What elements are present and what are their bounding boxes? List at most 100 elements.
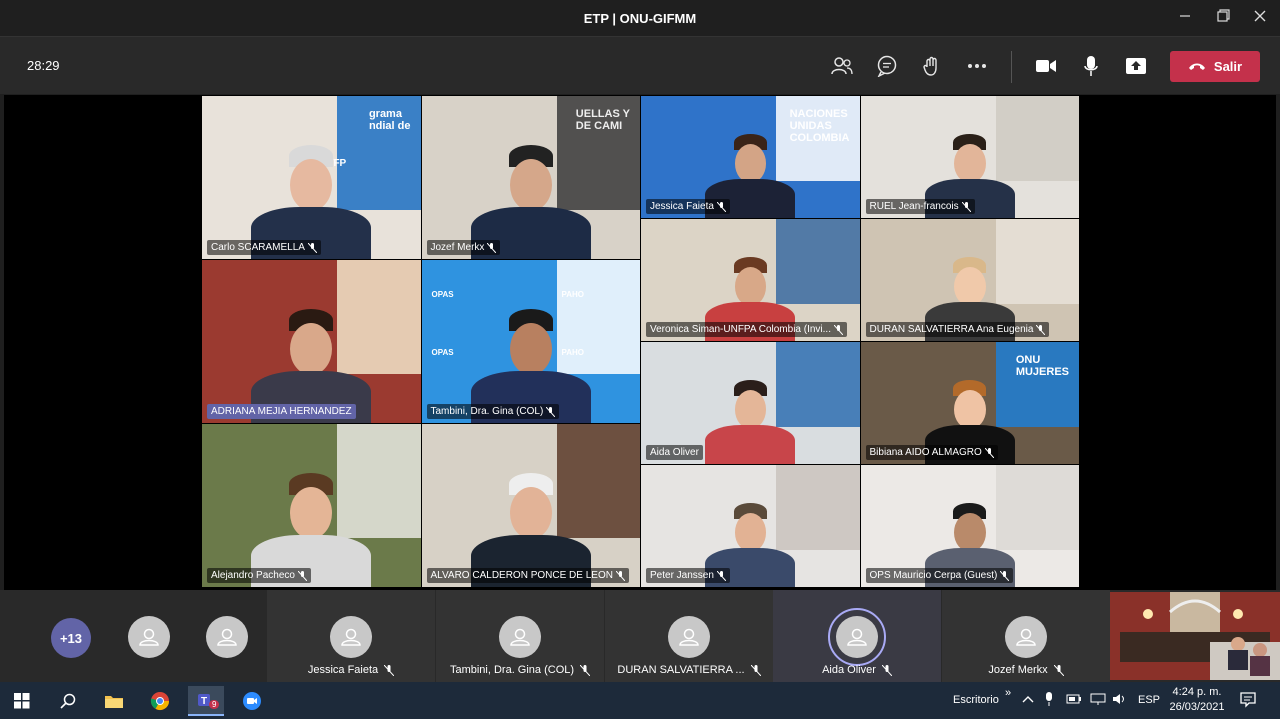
participant-name: Veronica Siman-UNFPA Colombia (Invi...: [650, 324, 831, 335]
participant-tile-label: Jozef Merkx: [942, 664, 1110, 676]
muted-mic-icon: [487, 242, 497, 253]
participant-tile-label: Tambini, Dra. Gina (COL): [436, 664, 604, 676]
participant-avatar[interactable]: [128, 616, 170, 658]
network-icon[interactable]: [1090, 693, 1106, 708]
raise-hand-button[interactable]: [919, 53, 945, 79]
folder-icon: [105, 696, 123, 708]
participant-tile[interactable]: DURAN SALVATIERRA ...: [605, 590, 773, 682]
self-view-video[interactable]: [1110, 592, 1280, 680]
search-button[interactable]: [50, 686, 86, 716]
toolbar-expand-icon[interactable]: »: [1005, 687, 1011, 699]
muted-mic-icon: [580, 664, 591, 676]
battery-icon[interactable]: [1066, 694, 1082, 707]
video-tile[interactable]: ADRIANA MEJIA HERNANDEZ: [202, 260, 421, 423]
teams-button[interactable]: T 9: [188, 686, 224, 716]
meeting-timer: 28:29: [27, 58, 60, 73]
person-icon: [847, 628, 867, 646]
microphone-tray-icon[interactable]: [1044, 692, 1054, 709]
self-view-image: [1110, 592, 1280, 680]
chevron-up-icon[interactable]: [1022, 694, 1034, 706]
participant-tile[interactable]: Jessica Faieta: [267, 590, 435, 682]
participant-name-tag: Aida Oliver: [646, 445, 703, 460]
video-tile[interactable]: Aida Oliver: [641, 342, 860, 464]
zoom-button[interactable]: [234, 686, 270, 716]
video-tile[interactable]: ONU MUJERES Bibiana AIDO ALMAGRO: [860, 342, 1079, 464]
participant-name-tag: RUEL Jean-francois: [865, 199, 975, 214]
chrome-button[interactable]: [142, 686, 178, 716]
start-button[interactable]: [4, 686, 40, 716]
action-center-icon[interactable]: [1240, 692, 1256, 711]
camera-button[interactable]: [1033, 53, 1059, 79]
clock[interactable]: 4:24 p. m. 26/03/2021: [1166, 685, 1228, 715]
participant-name-tag: Alejandro Pacheco: [207, 568, 311, 583]
toolbar-divider: [1011, 51, 1012, 83]
muted-mic-icon: [984, 447, 994, 458]
participant-name-tag: DURAN SALVATIERRA Ana Eugenia: [865, 322, 1050, 337]
participant-tile-label: Aida Oliver: [773, 664, 941, 676]
people-icon: [831, 57, 853, 75]
participant-name: ADRIANA MEJIA HERNANDEZ: [211, 406, 352, 417]
chat-button[interactable]: [874, 53, 900, 79]
background-logo-text: UELLAS Y DE CAMI: [575, 108, 630, 132]
participant-tile[interactable]: Jozef Merkx: [942, 590, 1110, 682]
video-tile[interactable]: ALVARO CALDERON PONCE DE LEON: [421, 424, 640, 587]
microphone-button[interactable]: [1078, 53, 1104, 79]
background-logo-text: ONU MUJERES: [1015, 354, 1069, 378]
restore-button[interactable]: [1210, 6, 1236, 30]
participant-name: DURAN SALVATIERRA Ana Eugenia: [869, 324, 1034, 335]
minimize-button[interactable]: [1172, 6, 1198, 30]
chat-icon: [877, 55, 897, 77]
background-logo-text: NACIONES UNIDAS COLOMBIA: [789, 108, 850, 144]
video-tile[interactable]: Veronica Siman-UNFPA Colombia (Invi...: [641, 219, 860, 341]
participant-name-tag: Tambini, Dra. Gina (COL): [426, 404, 560, 419]
minimize-icon: [1180, 15, 1190, 17]
muted-mic-icon: [297, 570, 307, 581]
video-tile[interactable]: grama ndial de WFP Carlo SCARAMELLA: [202, 96, 421, 259]
participant-avatar: [1005, 616, 1047, 658]
person-icon: [1016, 628, 1036, 646]
video-tile[interactable]: DURAN SALVATIERRA Ana Eugenia: [860, 219, 1079, 341]
close-window-button[interactable]: [1247, 6, 1273, 30]
file-explorer-button[interactable]: [96, 686, 132, 716]
background-logo-text: grama ndial de: [368, 108, 411, 132]
participant-name: Aida Oliver: [650, 447, 699, 458]
title-bar: ETP | ONU-GIFMM: [0, 0, 1280, 36]
paho-logo-text: OPAS: [431, 290, 454, 299]
video-tile[interactable]: OPAS PAHO OPAS PAHO Tambini, Dra. Gina (COL): [421, 260, 640, 423]
video-tile[interactable]: OPS Mauricio Cerpa (Guest): [860, 465, 1079, 587]
more-icon: [968, 64, 986, 68]
muted-mic-icon: [716, 201, 726, 212]
participant-tile[interactable]: Tambini, Dra. Gina (COL): [436, 590, 604, 682]
clock-date: 26/03/2021: [1169, 701, 1225, 713]
video-tile[interactable]: RUEL Jean-francois: [860, 96, 1079, 218]
video-tile[interactable]: UELLAS Y DE CAMI Jozef Merkx: [421, 96, 640, 259]
zoom-icon: [243, 692, 261, 710]
more-participants-badge[interactable]: +13: [51, 618, 91, 658]
participant-name: ALVARO CALDERON PONCE DE LEON: [430, 570, 613, 581]
share-screen-button[interactable]: [1123, 53, 1149, 79]
desktop-toolbar-label[interactable]: Escritorio: [953, 694, 999, 706]
input-language[interactable]: ESP: [1138, 694, 1160, 706]
leave-label: Salir: [1213, 59, 1243, 74]
person-icon: [510, 628, 530, 646]
participant-avatar[interactable]: [206, 616, 248, 658]
video-tile[interactable]: Peter Janssen: [641, 465, 860, 587]
camera-icon: [1036, 60, 1056, 72]
video-tile[interactable]: NACIONES UNIDAS COLOMBIA Jessica Faieta: [641, 96, 860, 218]
muted-mic-icon: [1000, 570, 1010, 581]
chrome-icon: [150, 692, 169, 711]
participant-name-tag: OPS Mauricio Cerpa (Guest): [865, 568, 1014, 583]
video-tile[interactable]: Alejandro Pacheco: [202, 424, 421, 587]
participants-button[interactable]: [829, 53, 855, 79]
window-title: ETP | ONU-GIFMM: [583, 11, 697, 26]
participant-name-tag: Bibiana AIDO ALMAGRO: [865, 445, 998, 460]
muted-mic-icon: [834, 324, 843, 335]
participant-tile[interactable]: Aida Oliver: [773, 590, 941, 682]
person-icon: [139, 628, 159, 646]
leave-button[interactable]: Salir: [1170, 51, 1260, 82]
participant-name: Tambini, Dra. Gina (COL): [430, 406, 544, 417]
participant-video: [705, 379, 796, 464]
teams-notification-badge: 9: [209, 700, 220, 709]
more-actions-button[interactable]: [964, 53, 990, 79]
volume-icon[interactable]: [1112, 693, 1128, 708]
